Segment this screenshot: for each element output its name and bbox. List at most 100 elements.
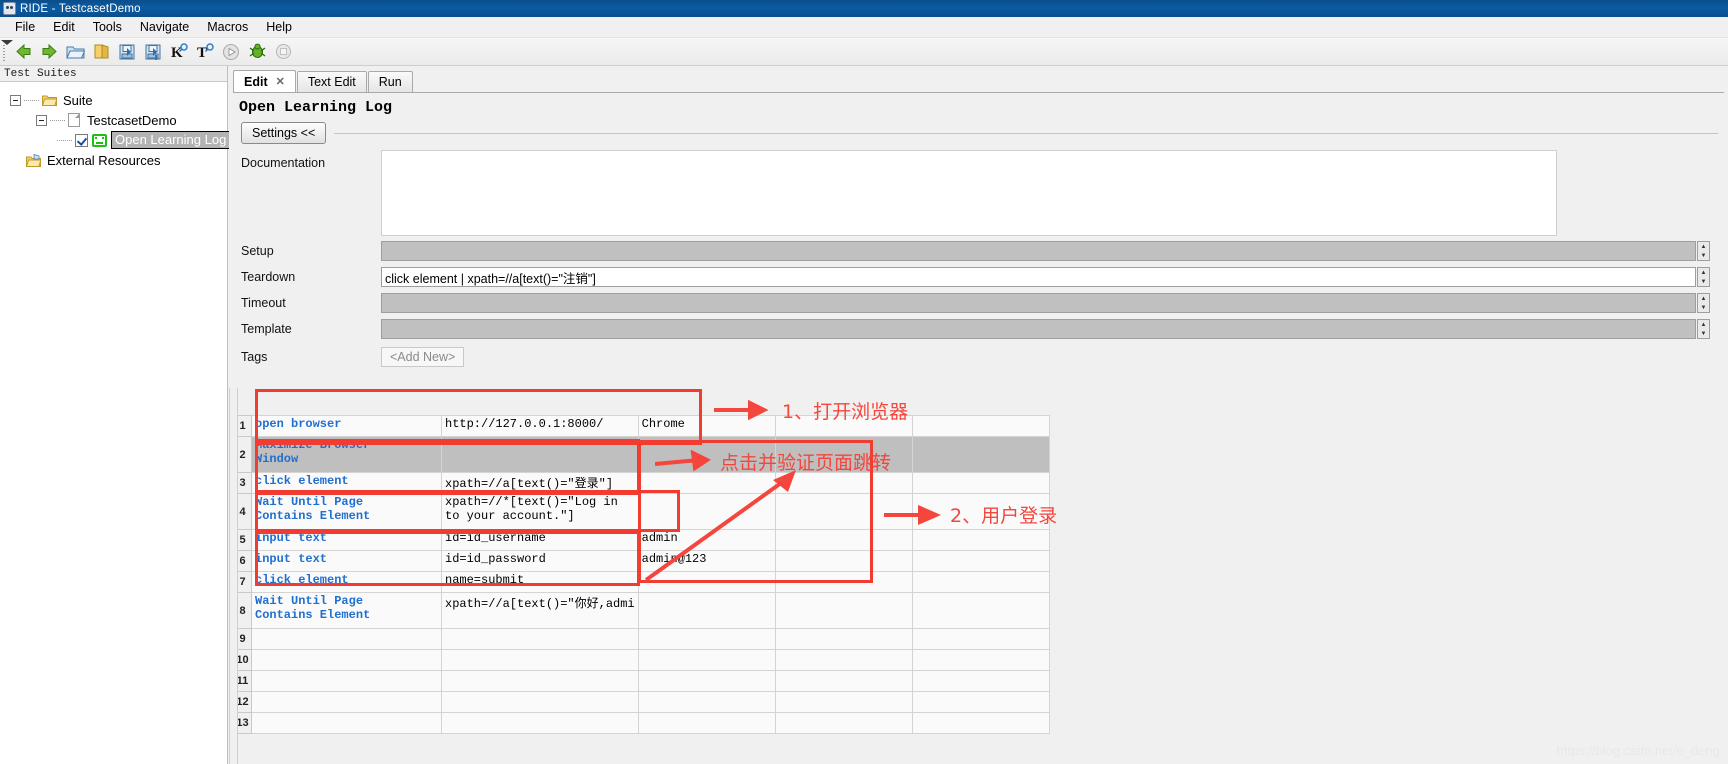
grid-scroll-gutter[interactable] xyxy=(229,388,238,764)
template-spinner[interactable]: ▲ ▼ xyxy=(1697,319,1710,339)
cell-arg4[interactable] xyxy=(911,472,1050,494)
setup-spinner[interactable]: ▲ ▼ xyxy=(1697,241,1710,261)
teardown-input[interactable]: click element | xpath=//a[text()="注销"] xyxy=(381,267,1696,287)
menu-navigate[interactable]: Navigate xyxy=(131,18,198,36)
table-row[interactable]: 13 xyxy=(233,712,1050,734)
cell-arg3[interactable] xyxy=(774,649,913,671)
cell-arg2[interactable] xyxy=(637,712,776,734)
toolbar-grip[interactable] xyxy=(0,39,13,65)
stop-icon[interactable] xyxy=(270,39,296,65)
table-row[interactable]: 6 input text id=id_password admin@123 xyxy=(233,550,1050,572)
cell-arg1[interactable] xyxy=(441,649,639,671)
table-row[interactable]: 10 xyxy=(233,649,1050,671)
tree-label-external-resources[interactable]: External Resources xyxy=(45,153,162,168)
table-row[interactable]: 2 Maximize Browser Window xyxy=(233,436,1050,473)
menu-edit[interactable]: Edit xyxy=(44,18,84,36)
cell-arg2[interactable] xyxy=(637,472,776,494)
add-new-tag-button[interactable]: <Add New> xyxy=(381,347,465,367)
settings-toggle-button[interactable]: Settings << xyxy=(241,122,327,144)
menu-tools[interactable]: Tools xyxy=(84,18,131,36)
tree-node-suite[interactable]: Suite xyxy=(0,90,227,110)
teardown-spinner[interactable]: ▲ ▼ xyxy=(1697,267,1710,287)
cell-arg3[interactable] xyxy=(774,436,913,473)
cell-arg3[interactable] xyxy=(774,529,913,551)
run-icon[interactable] xyxy=(218,39,244,65)
table-row[interactable]: 5 input text id=id_username admin xyxy=(233,529,1050,551)
save-icon[interactable] xyxy=(114,39,140,65)
cell-arg1[interactable]: xpath=//*[text()="Log in to your account… xyxy=(441,493,639,530)
cell-arg4[interactable] xyxy=(911,712,1050,734)
cell-arg1[interactable]: id=id_password xyxy=(441,550,639,572)
tab-run[interactable]: Run xyxy=(367,71,413,92)
table-row[interactable]: 8 Wait Until Page Contains Element xpath… xyxy=(233,592,1050,629)
table-row[interactable]: 12 xyxy=(233,691,1050,713)
table-row[interactable]: 4 Wait Until Page Contains Element xpath… xyxy=(233,493,1050,530)
template-input[interactable] xyxy=(381,319,1696,339)
cell-arg3[interactable] xyxy=(774,691,913,713)
menu-help[interactable]: Help xyxy=(257,18,301,36)
timeout-spinner[interactable]: ▲ ▼ xyxy=(1697,293,1710,313)
cell-arg3[interactable] xyxy=(774,670,913,692)
save-all-icon[interactable] xyxy=(140,39,166,65)
cell-arg2[interactable]: admin@123 xyxy=(637,550,776,572)
cell-arg3[interactable] xyxy=(774,712,913,734)
cell-arg4[interactable] xyxy=(911,529,1050,551)
cell-arg3[interactable] xyxy=(774,628,913,650)
cell-arg1[interactable]: xpath=//a[text()="登录"] xyxy=(441,472,639,494)
expander-icon[interactable] xyxy=(10,94,21,106)
cell-arg4[interactable] xyxy=(911,436,1050,473)
cell-arg2[interactable] xyxy=(637,592,776,629)
folder-yellow-icon[interactable] xyxy=(88,39,114,65)
cell-arg2[interactable] xyxy=(637,628,776,650)
table-row[interactable]: 9 xyxy=(233,628,1050,650)
cell-keyword[interactable]: click element xyxy=(251,472,442,494)
cell-keyword[interactable] xyxy=(251,712,442,734)
close-icon[interactable]: ✕ xyxy=(276,75,285,88)
table-row[interactable]: 3 click element xpath=//a[text()="登录"] xyxy=(233,472,1050,494)
expander-icon[interactable] xyxy=(36,114,47,126)
table-row[interactable]: 1 open browser http://127.0.0.1:8000/ Ch… xyxy=(233,415,1050,437)
menu-file[interactable]: File xyxy=(6,18,44,36)
tab-edit[interactable]: Edit ✕ xyxy=(233,70,296,92)
tree-label-testcasetdemo[interactable]: TestcasetDemo xyxy=(85,113,179,128)
cell-arg4[interactable] xyxy=(911,670,1050,692)
timeout-input[interactable] xyxy=(381,293,1696,313)
cell-arg3[interactable] xyxy=(774,592,913,629)
cell-arg2[interactable] xyxy=(637,691,776,713)
tree-node-testcasetdemo[interactable]: TestcasetDemo xyxy=(0,110,227,130)
cell-arg1[interactable] xyxy=(441,670,639,692)
cell-arg4[interactable] xyxy=(911,592,1050,629)
search-keyword-icon[interactable]: K xyxy=(166,39,192,65)
cell-arg1[interactable]: xpath=//a[text()="你好,admi xyxy=(441,592,639,629)
cell-arg4[interactable] xyxy=(911,571,1050,593)
cell-arg4[interactable] xyxy=(911,691,1050,713)
cell-arg3[interactable] xyxy=(774,472,913,494)
cell-arg4[interactable] xyxy=(911,628,1050,650)
setup-input[interactable] xyxy=(381,241,1696,261)
cell-keyword[interactable]: Wait Until Page Contains Element xyxy=(251,592,442,629)
back-icon[interactable] xyxy=(10,39,36,65)
cell-arg2[interactable] xyxy=(637,571,776,593)
cell-arg1[interactable] xyxy=(441,628,639,650)
cell-arg2[interactable] xyxy=(637,493,776,530)
cell-arg1[interactable]: name=submit xyxy=(441,571,639,593)
tree-label-suite[interactable]: Suite xyxy=(61,93,95,108)
cell-arg1[interactable]: id=id_username xyxy=(441,529,639,551)
cell-keyword[interactable]: Wait Until Page Contains Element xyxy=(251,493,442,530)
search-tests-icon[interactable]: T xyxy=(192,39,218,65)
cell-keyword[interactable] xyxy=(251,628,442,650)
cell-arg3[interactable] xyxy=(774,415,913,437)
cell-arg1[interactable]: http://127.0.0.1:8000/ xyxy=(441,415,639,437)
documentation-textarea[interactable] xyxy=(381,150,1557,236)
cell-keyword[interactable]: Maximize Browser Window xyxy=(251,436,442,473)
cell-keyword[interactable]: input text xyxy=(251,550,442,572)
menu-macros[interactable]: Macros xyxy=(198,18,257,36)
cell-arg2[interactable] xyxy=(637,436,776,473)
cell-arg2[interactable]: admin xyxy=(637,529,776,551)
cell-arg3[interactable] xyxy=(774,493,913,530)
open-directory-icon[interactable] xyxy=(62,39,88,65)
testcase-checkbox[interactable] xyxy=(75,133,88,147)
cell-arg1[interactable] xyxy=(441,436,639,473)
tree-node-open-learning-log[interactable]: Open Learning Log xyxy=(0,130,231,150)
cell-arg2[interactable]: Chrome xyxy=(637,415,776,437)
